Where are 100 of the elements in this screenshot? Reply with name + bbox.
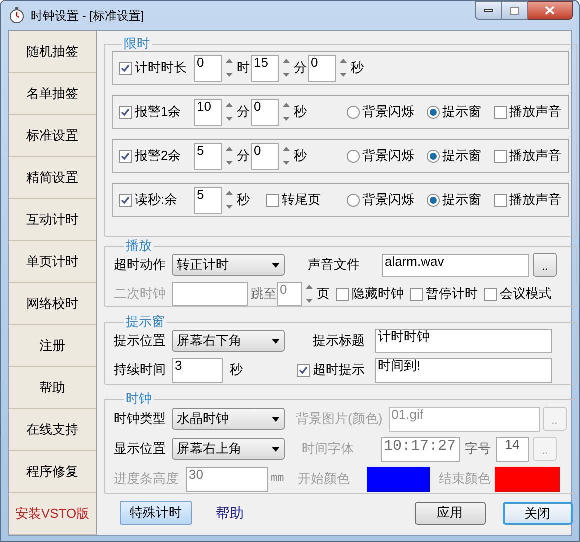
- caret-icon: [272, 338, 280, 344]
- field-label: 声音文件: [308, 256, 360, 274]
- field-label: 提示标题: [313, 332, 365, 350]
- close-button[interactable]: [528, 1, 573, 20]
- unit-label: 秒: [230, 361, 244, 380]
- input-field[interactable]: [172, 282, 248, 306]
- dropdown[interactable]: 屏幕右上角: [172, 438, 285, 460]
- input-field[interactable]: 计时时钟: [375, 329, 552, 353]
- group-title: 时钟: [125, 392, 153, 406]
- input-field[interactable]: alarm.wav: [382, 254, 529, 276]
- spin-field[interactable]: 5: [194, 142, 222, 170]
- dropdown[interactable]: 屏幕右下角: [172, 330, 285, 352]
- browse-button[interactable]: ..: [533, 253, 557, 277]
- radio-button[interactable]: [426, 194, 440, 206]
- checkbox[interactable]: [119, 62, 132, 74]
- field-label: 超时动作: [114, 256, 167, 274]
- close-dialog-button[interactable]: 关闭: [502, 502, 573, 524]
- sidebar-item[interactable]: 帮助: [9, 367, 96, 409]
- color-swatch[interactable]: [367, 466, 430, 492]
- sidebar-item[interactable]: 精简设置: [9, 157, 96, 199]
- checkbox-label: 超时提示: [313, 361, 365, 380]
- field-label: 字号: [465, 440, 491, 458]
- checkbox-label: 报警2余: [135, 147, 182, 166]
- checkbox[interactable]: [119, 150, 132, 162]
- checkbox[interactable]: [119, 194, 132, 206]
- spinner-arrows-icon[interactable]: [225, 101, 234, 123]
- spin-field[interactable]: 0: [194, 54, 222, 82]
- dropdown[interactable]: 转正计时: [172, 254, 285, 276]
- sidebar-item[interactable]: 名单抽签: [9, 73, 96, 115]
- dropdown[interactable]: 水晶时钟: [172, 408, 285, 430]
- spinner-arrows-icon[interactable]: [225, 57, 234, 79]
- field-label: 跳至: [251, 285, 277, 304]
- field-label: 时间字体: [302, 440, 354, 458]
- sidebar-item[interactable]: 在线支持: [9, 409, 96, 451]
- stopwatch-icon: [9, 7, 25, 24]
- spin-field[interactable]: 0: [308, 54, 336, 82]
- sidebar-item[interactable]: 注册: [9, 325, 96, 367]
- checkbox[interactable]: [494, 106, 507, 118]
- field-label: 背景图片(颜色): [296, 410, 383, 428]
- radio-button[interactable]: [346, 150, 360, 162]
- spinner-arrows-icon[interactable]: [225, 189, 234, 211]
- checkbox[interactable]: [484, 288, 497, 300]
- field-label: 结束颜色: [439, 470, 492, 488]
- sidebar-item[interactable]: 单页计时: [9, 241, 96, 283]
- unit-label: mm: [271, 472, 284, 487]
- checkbox[interactable]: [336, 288, 349, 300]
- caret-icon: [272, 416, 280, 422]
- sidebar-item[interactable]: 随机抽签: [9, 31, 96, 73]
- field-label: 时钟类型: [114, 410, 167, 428]
- field-label: 显示位置: [114, 440, 167, 458]
- spin-field[interactable]: 0: [251, 98, 279, 126]
- spin-field[interactable]: 10: [194, 98, 222, 126]
- checkbox-label: 计时时长: [135, 59, 188, 78]
- spin-field[interactable]: 0: [251, 142, 279, 170]
- checkbox[interactable]: [119, 106, 132, 118]
- checkbox-label: 播放声音: [510, 191, 562, 210]
- checkbox-label: 播放声音: [510, 103, 562, 122]
- radio-button[interactable]: [346, 106, 360, 118]
- checkbox-label: 播放声音: [510, 147, 562, 166]
- radio-label: 提示窗: [442, 147, 482, 166]
- window-title: 时钟设置 - [标准设置]: [31, 8, 144, 24]
- spin-field[interactable]: 5: [194, 186, 222, 214]
- color-swatch[interactable]: [495, 466, 560, 492]
- radio-button[interactable]: [426, 106, 440, 118]
- sidebar-item[interactable]: 程序修复: [9, 451, 96, 493]
- checkbox[interactable]: [266, 194, 279, 206]
- spinner-arrows-icon[interactable]: [305, 283, 314, 305]
- minimize-button[interactable]: [475, 1, 502, 20]
- spinner-arrows-icon[interactable]: [225, 145, 234, 167]
- spin-field[interactable]: 0: [277, 282, 302, 306]
- checkbox[interactable]: [410, 288, 423, 300]
- checkbox-label: 转尾页: [282, 191, 321, 210]
- radio-button[interactable]: [426, 150, 440, 162]
- input-field[interactable]: 时间到!: [375, 358, 552, 382]
- help-link[interactable]: 帮助: [216, 502, 244, 524]
- checkbox[interactable]: [494, 150, 507, 162]
- apply-button[interactable]: 应用: [414, 502, 486, 524]
- sidebar-item[interactable]: 互动计时: [9, 199, 96, 241]
- spinner-arrows-icon[interactable]: [282, 145, 291, 167]
- special-timer-button[interactable]: 特殊计时: [120, 501, 192, 525]
- checkbox[interactable]: [297, 364, 310, 376]
- checkbox[interactable]: [494, 194, 507, 206]
- unit-label: 时: [237, 59, 250, 78]
- input-field[interactable]: 14: [496, 436, 529, 462]
- spinner-arrows-icon[interactable]: [282, 101, 291, 123]
- unit-label: 秒: [294, 103, 307, 122]
- unit-label: 秒: [237, 191, 250, 210]
- sidebar-item[interactable]: 安装VSTO版: [9, 493, 96, 535]
- group-title: 播放: [125, 239, 153, 253]
- field-label: 进度条高度: [114, 470, 180, 488]
- input-field[interactable]: 3: [172, 358, 223, 382]
- maximize-button[interactable]: [502, 1, 528, 20]
- sidebar-item[interactable]: 标准设置: [9, 115, 96, 157]
- sidebar-item[interactable]: 网络校时: [9, 283, 96, 325]
- spinner-arrows-icon[interactable]: [339, 57, 348, 79]
- spinner-arrows-icon[interactable]: [282, 57, 291, 79]
- radio-label: 提示窗: [442, 191, 482, 210]
- radio-label: 背景闪烁: [362, 147, 415, 166]
- radio-button[interactable]: [346, 194, 360, 206]
- spin-field[interactable]: 15: [251, 54, 279, 82]
